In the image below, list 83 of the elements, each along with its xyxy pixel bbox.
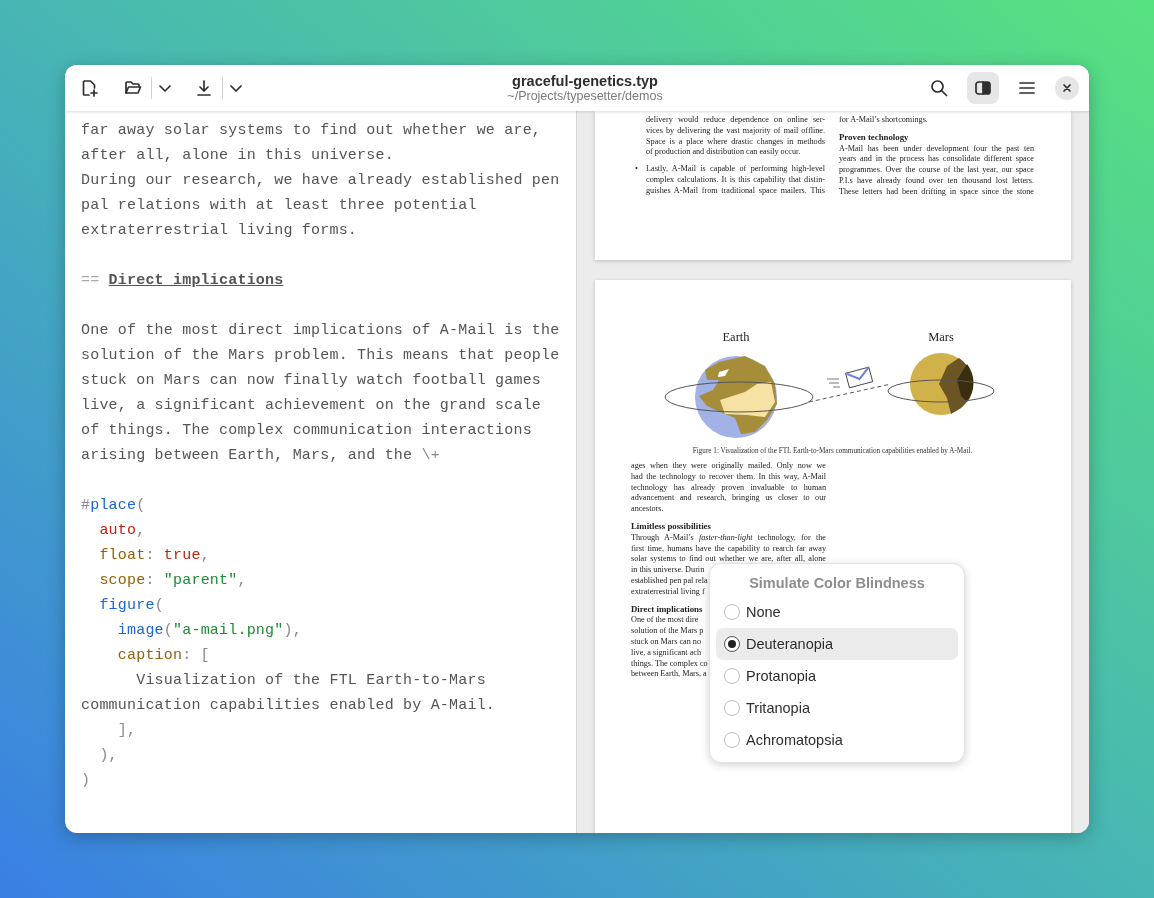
code-line: image("a-mail.png"), <box>116 621 302 641</box>
section-heading: Direct implications <box>631 603 703 615</box>
close-icon <box>1060 81 1074 95</box>
text-line: of production and distribution can easily occur. <box>646 147 801 159</box>
text-line: technology has already proven invaluable to human <box>631 482 826 494</box>
code-line: figure( <box>98 596 164 616</box>
text-line: ages when they were originally mailed. Only now we <box>631 461 826 472</box>
code-line: ], <box>116 721 137 741</box>
section-heading: Limitless possibilities <box>631 521 711 532</box>
download-icon <box>195 79 213 97</box>
split-view-icon <box>974 79 992 97</box>
code-line: scope: "parent", <box>98 571 247 591</box>
color-blindness-option[interactable]: Deuteranopia <box>716 628 958 660</box>
text-line: stuck on Mars can no <box>631 636 702 648</box>
text-line: complex calculations. It is this capability that distin- <box>646 175 825 186</box>
text-line: solar systems to find out whether we are, after all, alone <box>631 554 826 566</box>
code-line: During our research, we have already established pen <box>81 171 560 191</box>
radio-button[interactable] <box>724 732 740 748</box>
code-line: of things. The complex communication interactions <box>81 421 532 441</box>
code-line: == Direct implications <box>81 271 284 291</box>
code-line: communication capabilities enabled by A-Mail. <box>81 696 496 716</box>
window-subtitle: ~/Projects/typesetter/demos <box>507 89 663 103</box>
code-line: One of the most direct implications of A-Mail is the <box>81 321 560 341</box>
envelope-icon <box>826 366 874 389</box>
text-line: extraterrestrial living f <box>631 586 705 598</box>
radio-button[interactable] <box>724 668 740 684</box>
text-line: These letters had been drifting in space since the stone <box>839 186 1034 198</box>
text-line: in this universe. Durin <box>631 565 705 576</box>
figure-label: Mars <box>928 330 954 344</box>
radio-button[interactable] <box>724 636 740 652</box>
folder-icon <box>124 79 142 97</box>
section-heading: Proven technology <box>839 131 909 143</box>
text-line: ancestors. <box>631 504 664 515</box>
bullet: • <box>635 164 639 175</box>
code-line: auto, <box>98 521 146 541</box>
text-line: P.I.s have already found over ten thousand lost letters. <box>839 176 1034 187</box>
code-line: far away solar systems to find out whether we are, <box>81 121 542 141</box>
code-line: stuck on Mars can now finally watch football games <box>81 371 542 391</box>
code-line: after all, alone in this universe. <box>81 146 394 166</box>
code-line: live, a significant achievement on the grand scale <box>81 396 542 416</box>
code-line: extraterrestrial living forms. <box>81 221 358 241</box>
code-line: solution of the Mars problem. This means that people <box>81 346 560 366</box>
text-line: Lastly, A-Mail is capable of performing high-level <box>646 164 825 175</box>
text-line: for A-Mail’s shortcomings. <box>839 115 928 126</box>
menu-icon <box>1018 79 1036 97</box>
text-line: years and in the process has consolidate different space <box>839 154 1034 166</box>
text-line: delivery would reduce dependence on online ser- <box>646 115 825 126</box>
text-line: Through A-Mail’s faster-than-light technology, for the <box>631 532 826 544</box>
text-line: live, a significant ach <box>631 647 702 659</box>
new-file-icon <box>80 79 98 97</box>
code-line: pal relations with at least three potential <box>81 196 477 216</box>
text-line: programmes. Over the course of the last year, our space <box>839 165 1034 176</box>
color-blindness-option[interactable]: Tritanopia <box>716 692 958 724</box>
text-line: Space is a place where drastic changes in methods <box>646 136 825 148</box>
code-line: #place( <box>81 496 146 516</box>
search-icon <box>930 79 948 97</box>
text-line: solution of the Mars p <box>631 626 704 637</box>
code-line: Visualization of the FTL Earth-to-Mars <box>135 671 486 691</box>
text-line: guishes A-Mail from traditional space mailers. This <box>646 185 825 197</box>
window-title: graceful-genetics.typ <box>512 73 658 89</box>
text-line: established pen pal rela <box>631 575 708 587</box>
close-button[interactable] <box>1055 76 1079 100</box>
preview-toggle-button[interactable] <box>967 72 999 104</box>
code-line: ) <box>81 771 91 791</box>
color-blindness-option[interactable]: None <box>716 596 958 628</box>
text-line: things. The complex co <box>631 658 708 670</box>
popover-title: Simulate Color Blindness <box>748 574 926 593</box>
text-line: vices by delivering the vast majority of mail offline. <box>646 125 825 137</box>
code-line: float: true, <box>98 546 210 566</box>
color-blindness-option[interactable]: Achromatopsia <box>716 724 958 756</box>
text-line: first time, humans have the capability to rearch far away <box>631 543 826 555</box>
text-line: had the technology to recover them. In this way, A-Mail <box>631 471 826 483</box>
radio-button[interactable] <box>724 700 740 716</box>
text-line: between Earth, Mars, a <box>631 669 707 681</box>
radio-button[interactable] <box>724 604 740 620</box>
text-line: One of the most dire <box>631 615 699 627</box>
figure-label: Earth <box>722 330 750 344</box>
color-blindness-option[interactable]: Protanopia <box>716 660 958 692</box>
code-line: arising between Earth, Mars, and the \+ <box>81 446 440 466</box>
text-line: A-Mail has been under development four the past ten <box>839 143 1034 155</box>
text-line: advancement and research, bringing us closer to our <box>631 493 826 505</box>
code-line: ), <box>98 746 118 766</box>
code-line: caption: [ <box>116 646 210 666</box>
